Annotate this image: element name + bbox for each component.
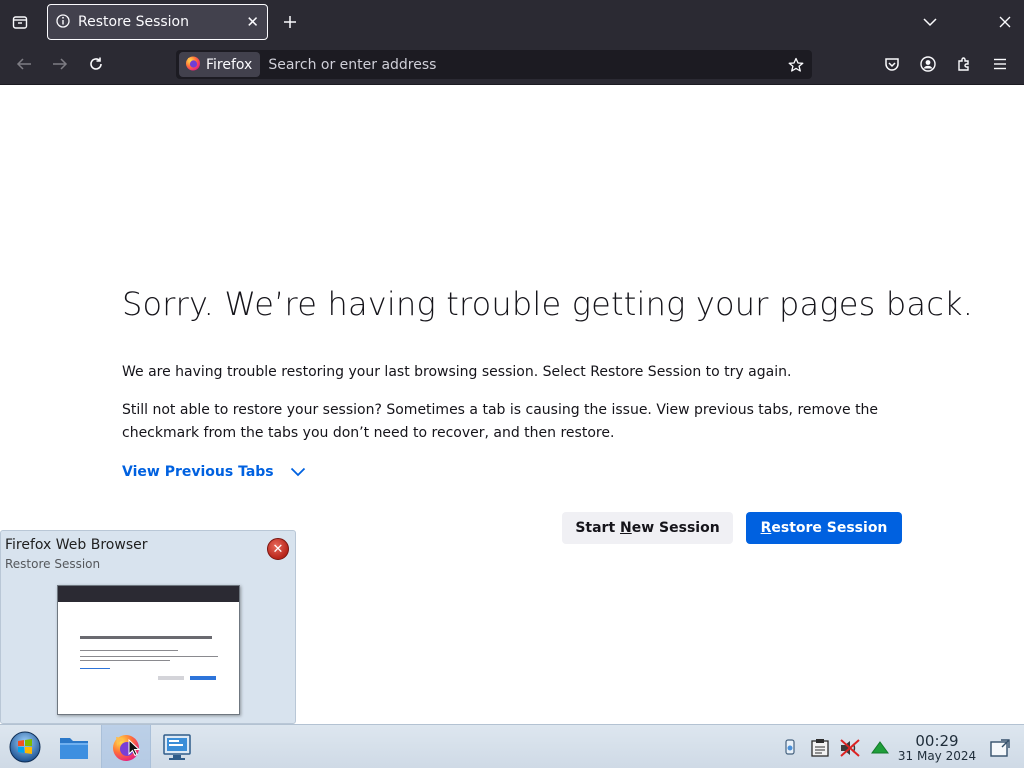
tab-restore-session[interactable]: Restore Session ✕ xyxy=(47,4,268,40)
identity-box[interactable]: Firefox xyxy=(179,52,261,77)
tab-title: Restore Session xyxy=(78,14,189,30)
mouse-cursor-icon xyxy=(127,739,141,757)
hamburger-menu-icon[interactable] xyxy=(990,54,1010,74)
firefox-view-icon[interactable] xyxy=(10,12,30,32)
restore-help-text: Still not able to restore your session? … xyxy=(122,402,879,441)
forward-arrow-icon[interactable] xyxy=(50,54,70,74)
view-previous-tabs-toggle[interactable]: View Previous Tabs xyxy=(122,464,306,480)
clock-time: 00:29 xyxy=(915,732,959,750)
url-input[interactable] xyxy=(268,56,788,73)
restore-session-accesskey: R xyxy=(760,520,772,536)
new-tab-icon[interactable] xyxy=(280,12,300,32)
show-desktop-icon[interactable] xyxy=(989,737,1011,759)
info-icon xyxy=(56,13,70,32)
tab-bar: Restore Session ✕ xyxy=(0,0,1024,44)
restore-session-label: estore Session xyxy=(771,520,888,536)
identity-label: Firefox xyxy=(206,56,253,73)
clock-date: 31 May 2024 xyxy=(897,749,977,763)
extensions-icon[interactable] xyxy=(954,54,974,74)
system-settings-icon[interactable] xyxy=(160,731,194,763)
network-icon[interactable] xyxy=(779,737,801,759)
restore-description: We are having trouble restoring your las… xyxy=(122,364,792,380)
address-bar[interactable]: Firefox xyxy=(176,50,812,79)
close-window-icon[interactable] xyxy=(995,12,1015,32)
start-new-session-label-a: Start xyxy=(575,520,621,536)
pocket-icon[interactable] xyxy=(882,54,902,74)
system-clock[interactable]: 00:29 31 May 2024 xyxy=(896,733,978,764)
taskbar-window-preview[interactable]: Firefox Web Browser Restore Session ✕ xyxy=(0,530,296,724)
window-thumbnail[interactable] xyxy=(57,585,240,715)
start-menu-icon[interactable] xyxy=(8,731,42,763)
close-tab-icon[interactable]: ✕ xyxy=(246,14,259,30)
chevron-down-icon xyxy=(290,467,306,477)
firefox-logo-icon xyxy=(185,55,201,75)
close-preview-icon[interactable]: ✕ xyxy=(267,538,289,560)
file-manager-icon[interactable] xyxy=(57,731,91,763)
restore-session-button[interactable]: Restore Session xyxy=(746,512,902,544)
clipboard-icon[interactable] xyxy=(809,737,831,759)
preview-subtitle: Restore Session xyxy=(5,557,101,571)
page-title: Sorry. We’re having trouble getting your… xyxy=(122,285,974,323)
volume-muted-icon[interactable] xyxy=(839,737,861,759)
account-icon[interactable] xyxy=(918,54,938,74)
taskbar: 00:29 31 May 2024 xyxy=(0,724,1024,768)
view-previous-tabs-label: View Previous Tabs xyxy=(122,464,274,480)
update-arrow-icon[interactable] xyxy=(869,737,891,759)
preview-title: Firefox Web Browser xyxy=(5,537,148,553)
reload-icon[interactable] xyxy=(86,54,106,74)
bookmark-star-icon[interactable] xyxy=(788,57,804,73)
start-new-session-label-b: ew Session xyxy=(631,520,720,536)
start-new-session-accesskey: N xyxy=(620,520,632,536)
start-new-session-button[interactable]: Start New Session xyxy=(562,512,733,544)
list-all-tabs-icon[interactable] xyxy=(920,12,940,32)
back-arrow-icon[interactable] xyxy=(14,54,34,74)
